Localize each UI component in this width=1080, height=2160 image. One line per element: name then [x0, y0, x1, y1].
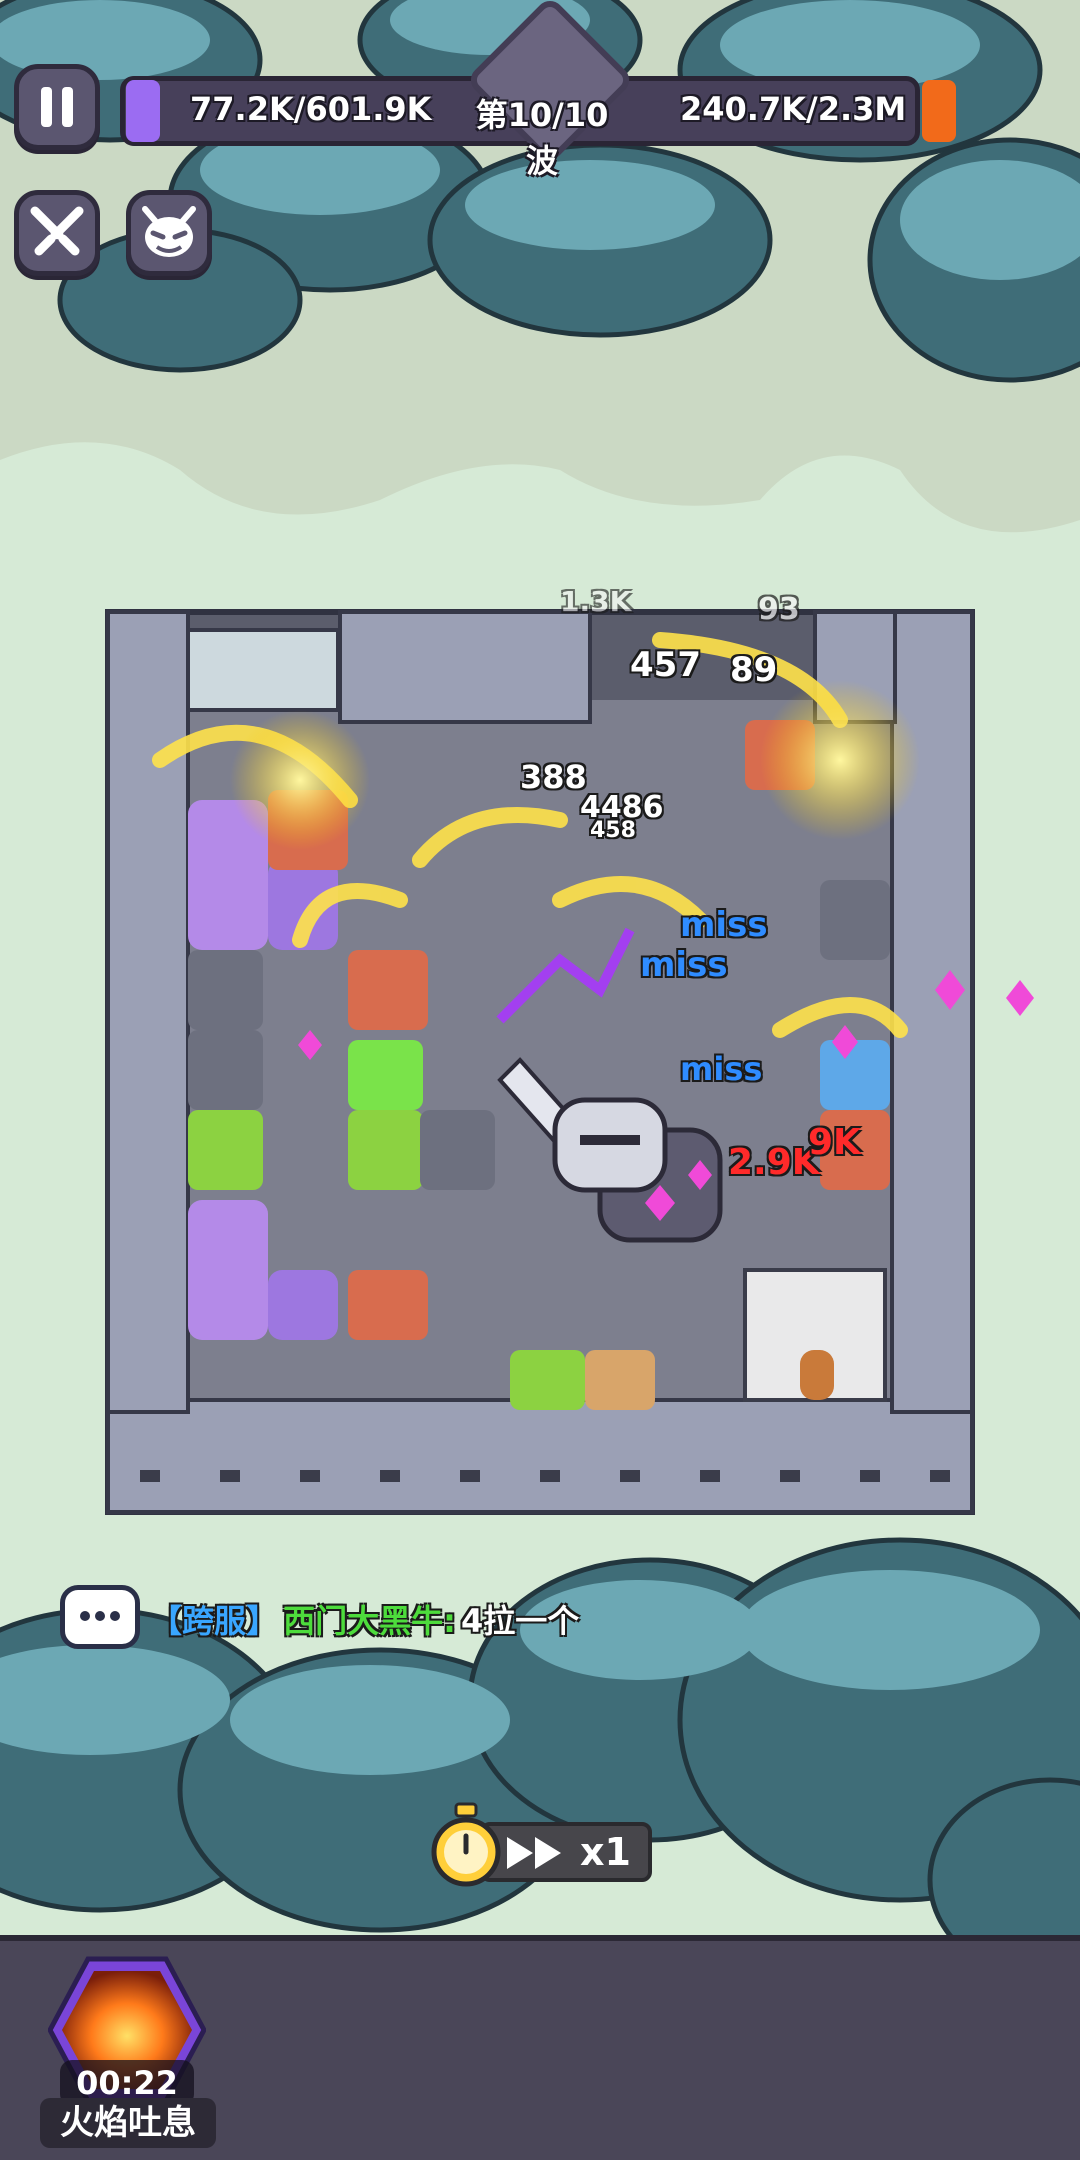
chat-message: 4拉一个 — [461, 1602, 580, 1640]
skill-cooldown-timer: 00:22 — [76, 2064, 178, 2102]
miss-text: miss — [680, 1050, 763, 1088]
miss-text: miss — [640, 945, 728, 985]
enemy-hp-gauge — [922, 80, 956, 142]
player-hp-gauge — [126, 80, 160, 142]
damage-number: 1.3K — [560, 585, 632, 618]
damage-number: 89 — [730, 650, 778, 690]
pause-button[interactable] — [14, 64, 100, 150]
fast-forward-icon — [507, 1837, 561, 1869]
crossed-swords-icon — [30, 206, 84, 256]
wave-counter: 第10/10波 — [475, 96, 609, 180]
demon-face-icon — [142, 206, 196, 257]
miss-text: miss — [680, 905, 768, 945]
battle-map — [0, 0, 1080, 1935]
chat-channel: 【跨服】 — [150, 1602, 279, 1640]
damage-number: 458 — [590, 818, 636, 843]
chat-button[interactable] — [60, 1585, 140, 1649]
boss-button[interactable] — [126, 190, 212, 276]
chat-sender: 西门大黑牛: — [283, 1602, 456, 1640]
damage-number: 93 — [758, 592, 800, 627]
stopwatch-icon — [431, 1802, 501, 1887]
player-hp-value: 77.2K/601.9K — [190, 90, 432, 128]
skill-name: 火焰吐息 — [40, 2098, 216, 2148]
pause-icon — [41, 87, 73, 127]
damage-number: 388 — [520, 758, 587, 796]
crit-damage-number: 9K — [808, 1122, 861, 1163]
speed-label: x1 — [580, 1830, 631, 1874]
enemy-hp-value: 240.7K/2.3M — [680, 90, 907, 128]
battle-mode-button[interactable] — [14, 190, 100, 276]
damage-number: 457 — [630, 645, 701, 685]
chat-line[interactable]: 【跨服】 西门大黑牛: 4拉一个 — [150, 1596, 579, 1642]
crit-damage-number: 2.9K — [728, 1142, 820, 1183]
chat-bubble-icon — [80, 1611, 120, 1621]
